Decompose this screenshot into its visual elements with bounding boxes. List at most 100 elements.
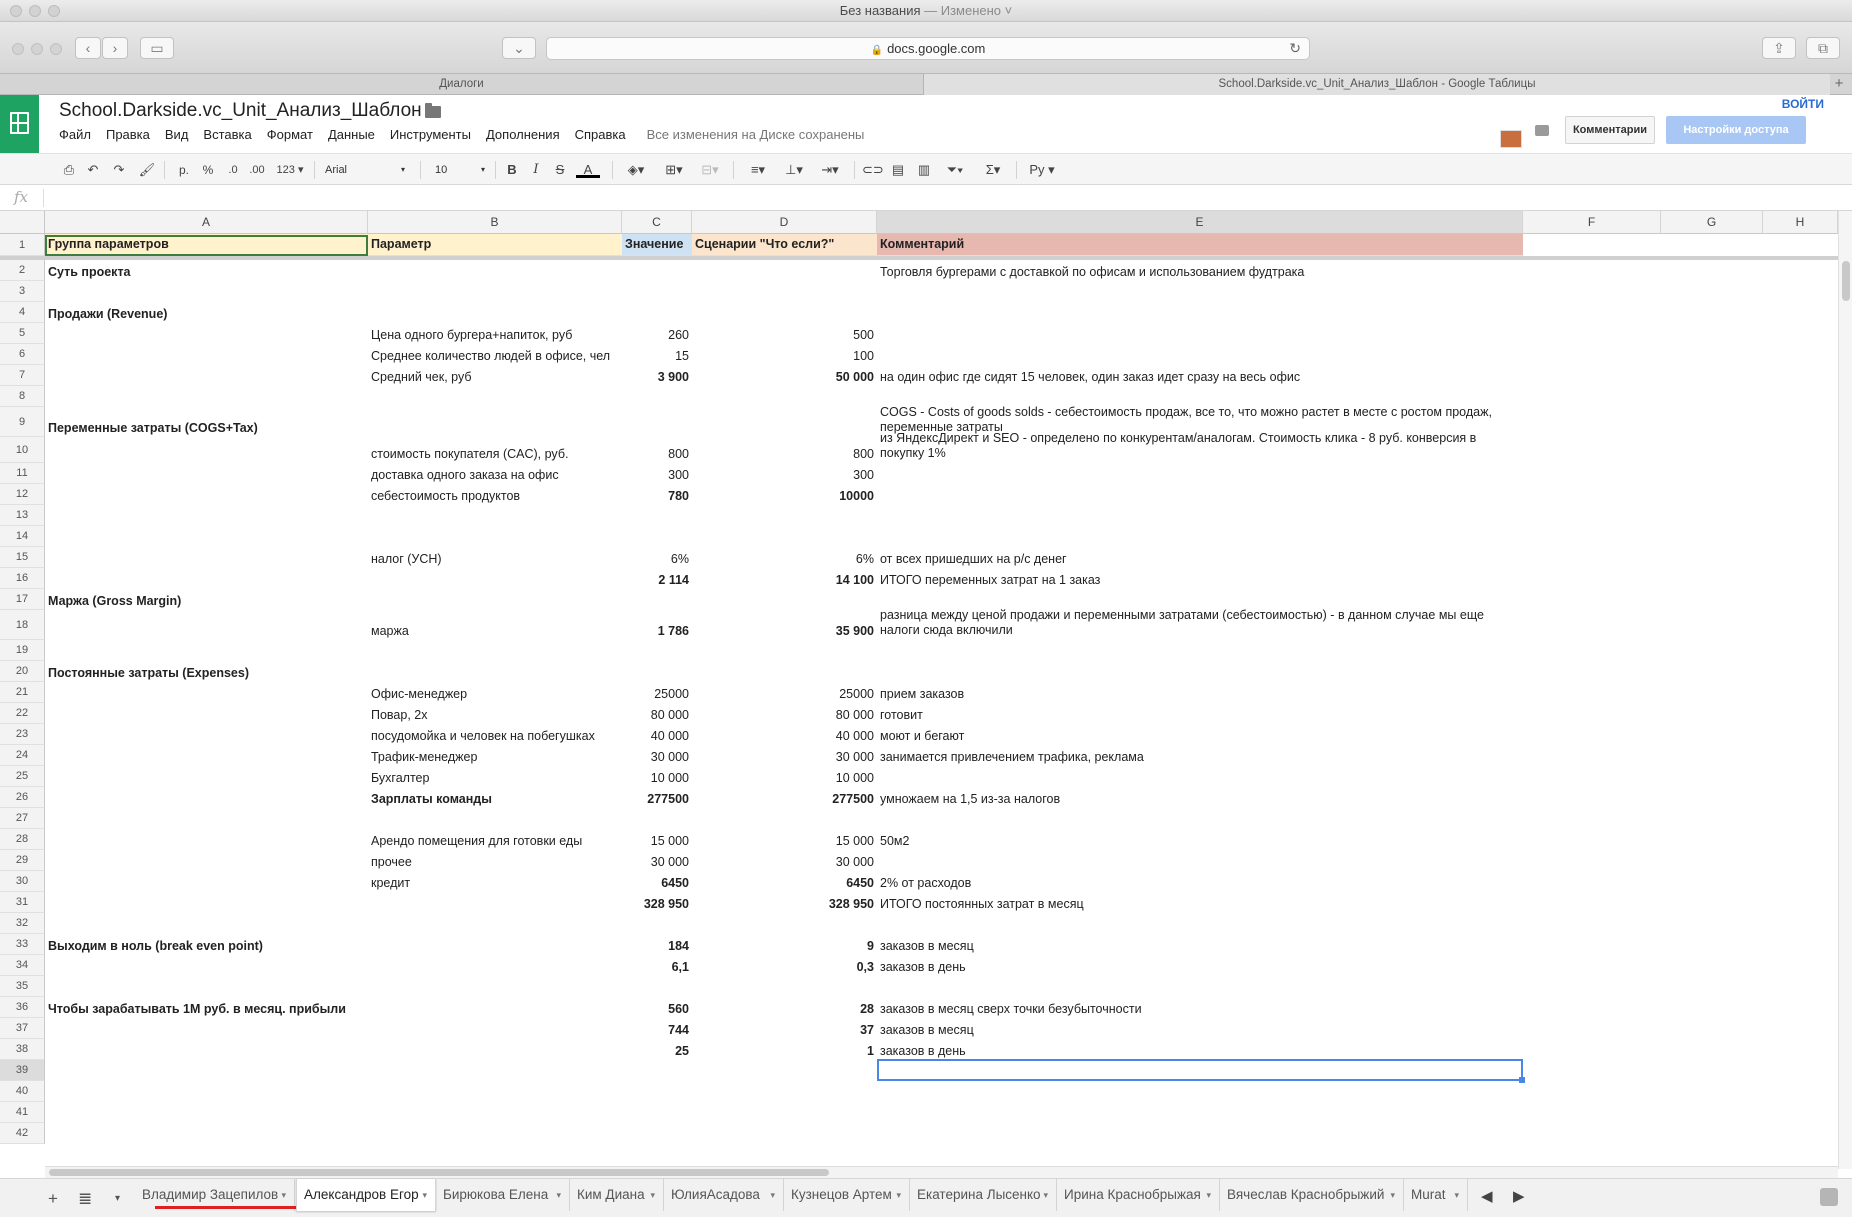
cell-a9[interactable]: Переменные затраты (COGS+Tax) <box>45 407 368 437</box>
cell-c28[interactable]: 15 000 <box>622 829 692 850</box>
row-number[interactable]: 26 <box>0 787 45 808</box>
bold-button[interactable]: B <box>504 160 520 180</box>
sheet-tab[interactable]: Вячеслав Краснобрыжий ▾ <box>1220 1179 1404 1211</box>
row-number[interactable]: 29 <box>0 850 45 871</box>
share-icon[interactable]: ⇪ <box>1762 37 1796 59</box>
italic-button[interactable]: I <box>528 160 544 180</box>
horizontal-scrollbar[interactable] <box>45 1166 1838 1178</box>
input-tools-button[interactable]: Ру ▾ <box>1024 160 1060 180</box>
sidebar-icon[interactable]: ▭ <box>140 37 174 59</box>
row-number[interactable]: 40 <box>0 1081 45 1102</box>
row-number[interactable]: 33 <box>0 934 45 955</box>
row-number[interactable]: 11 <box>0 463 45 484</box>
row-number[interactable]: 1 <box>0 234 45 256</box>
row-number[interactable]: 37 <box>0 1018 45 1039</box>
cell-e37[interactable]: заказов в месяц <box>877 1018 1523 1039</box>
row-number[interactable]: 22 <box>0 703 45 724</box>
cell-d24[interactable]: 30 000 <box>692 745 877 766</box>
cell-d7[interactable]: 50 000 <box>692 365 877 386</box>
column-header-f[interactable]: F <box>1523 211 1661 234</box>
cell-d6[interactable]: 100 <box>692 344 877 365</box>
cell-c11[interactable]: 300 <box>622 463 692 484</box>
cell-e18[interactable]: разница между ценой продажи и переменным… <box>877 608 1523 640</box>
row-number[interactable]: 34 <box>0 955 45 976</box>
cell-d22[interactable]: 80 000 <box>692 703 877 724</box>
cell-a20[interactable]: Постоянные затраты (Expenses) <box>45 661 368 682</box>
cell-d34[interactable]: 0,3 <box>692 955 877 976</box>
cell-c37[interactable]: 744 <box>622 1018 692 1039</box>
number-format-dropdown[interactable]: 123 ▾ <box>275 160 305 180</box>
cell-b22[interactable]: Повар, 2х <box>368 703 622 724</box>
text-color-button[interactable]: A <box>576 160 600 178</box>
header-cell-c[interactable]: Значение <box>622 234 692 256</box>
cell-c22[interactable]: 80 000 <box>622 703 692 724</box>
browser-tab-dialogs[interactable]: Диалоги <box>0 74 924 95</box>
cell-b25[interactable]: Бухгалтер <box>368 766 622 787</box>
cell-a33[interactable]: Выходим в ноль (break even point) <box>45 934 368 955</box>
row-number[interactable]: 24 <box>0 745 45 766</box>
menu-view[interactable]: Вид <box>165 127 189 142</box>
cell-d25[interactable]: 10 000 <box>692 766 877 787</box>
column-header-c[interactable]: C <box>622 211 692 234</box>
sheet-tab[interactable]: Murat ▾ <box>1404 1179 1468 1211</box>
cell-c23[interactable]: 40 000 <box>622 724 692 745</box>
sheet-tab[interactable]: Бирюкова Елена ▾ <box>436 1179 570 1211</box>
row-number[interactable]: 38 <box>0 1039 45 1060</box>
sheet-tab-menu-icon[interactable]: ▾ <box>1454 1179 1459 1211</box>
sheet-tab[interactable]: Ирина Краснобрыжая ▾ <box>1057 1179 1220 1211</box>
row-number[interactable]: 39 <box>0 1060 45 1081</box>
cell-d18[interactable]: 35 900 <box>692 610 877 640</box>
row-number[interactable]: 12 <box>0 484 45 505</box>
row-number[interactable]: 8 <box>0 386 45 407</box>
back-button[interactable]: ‹ <box>75 37 101 59</box>
cell-d12[interactable]: 10000 <box>692 484 877 505</box>
row-number[interactable]: 31 <box>0 892 45 913</box>
sheet-tab[interactable]: Кузнецов Артем ▾ <box>784 1179 910 1211</box>
row-number[interactable]: 15 <box>0 547 45 568</box>
insert-chart-icon[interactable]: ▥ <box>914 160 934 180</box>
sheet-tab-menu-icon[interactable]: ▾ <box>1390 1179 1395 1211</box>
row-number[interactable]: 2 <box>0 260 45 281</box>
row-number[interactable]: 3 <box>0 281 45 302</box>
row-number[interactable]: 5 <box>0 323 45 344</box>
cell-c38[interactable]: 25 <box>622 1039 692 1060</box>
row-number[interactable]: 16 <box>0 568 45 589</box>
all-sheets-icon[interactable]: ≣ <box>78 1189 92 1209</box>
select-all-corner[interactable] <box>0 211 45 234</box>
cell-c5[interactable]: 260 <box>622 323 692 344</box>
cell-a17[interactable]: Маржа (Gross Margin) <box>45 589 368 610</box>
forward-button[interactable]: › <box>102 37 128 59</box>
cell-b7[interactable]: Средний чек, руб <box>368 365 622 386</box>
column-header-h[interactable]: H <box>1763 211 1838 234</box>
new-tab-icon[interactable]: + <box>1830 74 1848 94</box>
percent-format-button[interactable]: % <box>200 160 216 180</box>
cell-d10[interactable]: 800 <box>692 437 877 463</box>
folder-icon[interactable] <box>425 103 441 118</box>
cell-e15[interactable]: от всех пришедших на р/с денег <box>877 547 1523 568</box>
header-cell-e[interactable]: Комментарий <box>877 234 1523 256</box>
cell-d31[interactable]: 328 950 <box>692 892 877 913</box>
row-number[interactable]: 21 <box>0 682 45 703</box>
cell-b23[interactable]: посудомойка и человек на побегушках <box>368 724 622 745</box>
tabs-overview-icon[interactable]: ⧉ <box>1806 37 1840 59</box>
row-number[interactable]: 4 <box>0 302 45 323</box>
cell-c34[interactable]: 6,1 <box>622 955 692 976</box>
paint-format-icon[interactable]: 🖌 <box>138 160 156 180</box>
text-wrap-icon[interactable]: ⇥▾ <box>815 160 845 180</box>
cell-c31[interactable]: 328 950 <box>622 892 692 913</box>
cell-c26[interactable]: 277500 <box>622 787 692 808</box>
cell-c36[interactable]: 560 <box>622 997 692 1018</box>
sheet-tab-menu-icon[interactable]: ▾ <box>422 1179 427 1211</box>
cell-b10[interactable]: стоимость покупателя (CAC), руб. <box>368 437 622 463</box>
cell-b21[interactable]: Офис-менеджер <box>368 682 622 703</box>
column-header-e[interactable]: E <box>877 211 1523 234</box>
cell-e23[interactable]: моют и бегают <box>877 724 1523 745</box>
explore-icon[interactable] <box>1820 1188 1838 1206</box>
cell-b11[interactable]: доставка одного заказа на офис <box>368 463 622 484</box>
cell-b6[interactable]: Среднее количество людей в офисе, чел <box>368 344 622 365</box>
sheet-tab-menu-icon[interactable]: ▾ <box>556 1179 561 1211</box>
cell-c16[interactable]: 2 114 <box>622 568 692 589</box>
cell-c29[interactable]: 30 000 <box>622 850 692 871</box>
row-number[interactable]: 7 <box>0 365 45 386</box>
cell-b29[interactable]: прочее <box>368 850 622 871</box>
